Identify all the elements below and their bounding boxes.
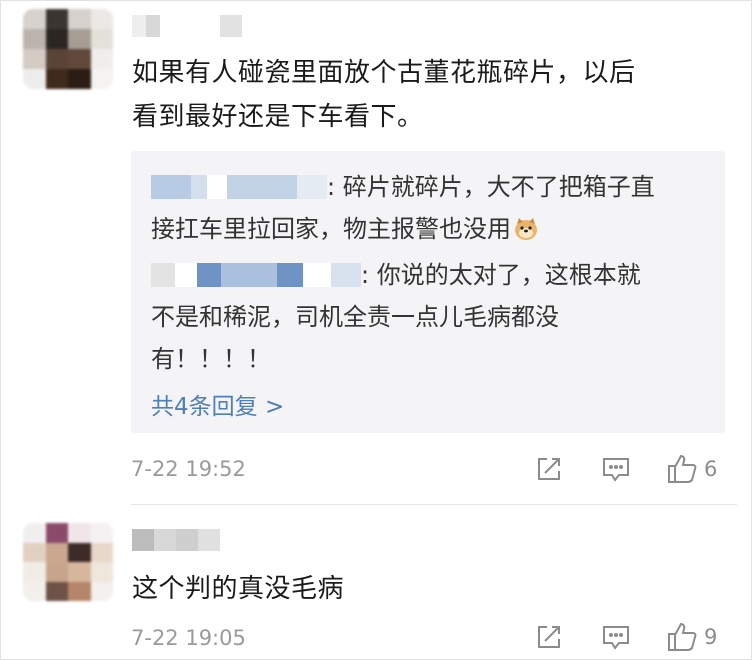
comment-timestamp: 7-22 19:52 (131, 457, 246, 481)
comment-text: 这个判的真没毛病 (132, 574, 345, 604)
like-button[interactable]: 6 (666, 453, 717, 485)
share-button[interactable] (535, 623, 563, 651)
username[interactable] (132, 15, 242, 37)
reply-username[interactable] (151, 263, 175, 287)
share-icon (538, 458, 560, 480)
comment-text: 如果有人碰瓷里面放个古董花瓶碎片，以后 看到最好还是下车看下。 (132, 58, 636, 132)
thumbs-up-icon (668, 622, 697, 651)
share-icon (538, 626, 560, 648)
comment-item: 如果有人碰瓷里面放个古董花瓶碎片，以后 看到最好还是下车看下。 : 碎片就碎片，… (1, 1, 752, 501)
reply-button[interactable] (601, 623, 631, 651)
reply-username[interactable] (151, 175, 191, 199)
comment-icon (603, 458, 629, 482)
doge-emoji-icon (513, 212, 539, 240)
avatar[interactable] (23, 9, 113, 89)
share-button[interactable] (535, 455, 563, 483)
replies-box: : 碎片就碎片，大不了把箱子直 接扛车里拉回家，物主报警也没用 : 你说的太对了… (131, 151, 725, 433)
more-replies-link[interactable]: 共4条回复 > (151, 387, 284, 421)
comment-icon (603, 626, 629, 650)
reply-item[interactable]: : 你说的太对了，这根本就 不是和稀泥，司机全责一点儿毛病都没 有！！！！ (151, 254, 711, 380)
avatar[interactable] (23, 523, 113, 601)
thumbs-up-icon (668, 454, 697, 483)
like-count: 6 (704, 457, 718, 481)
username[interactable] (132, 529, 220, 551)
comment-item: 这个判的真没毛病 7-22 19:05 9 (1, 505, 752, 661)
like-button[interactable]: 9 (666, 621, 717, 653)
comment-timestamp: 7-22 19:05 (131, 626, 246, 650)
like-count: 9 (704, 625, 718, 649)
reply-item[interactable]: : 碎片就碎片，大不了把箱子直 接扛车里拉回家，物主报警也没用 (151, 166, 711, 250)
reply-button[interactable] (601, 455, 631, 483)
